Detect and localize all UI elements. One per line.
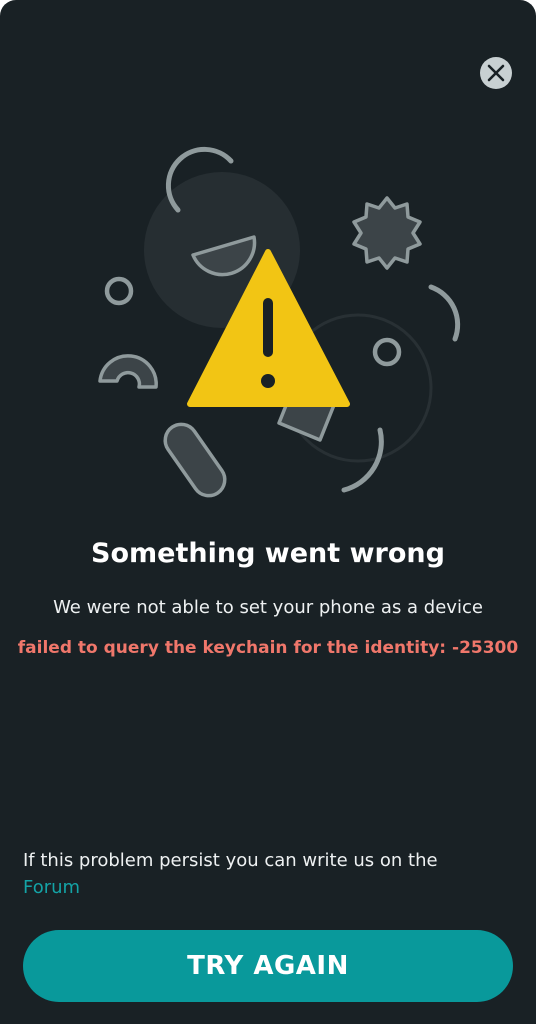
arc-shape xyxy=(428,284,461,342)
help-text-block: If this problem persist you can write us… xyxy=(23,847,513,901)
rainbow-shape xyxy=(98,354,158,389)
error-message: We were not able to set your phone as a … xyxy=(53,597,483,618)
pill-shape xyxy=(163,422,227,498)
small-ring-shape xyxy=(104,276,134,306)
forum-link[interactable]: Forum xyxy=(23,874,80,901)
error-screen: Something went wrong We were not able to… xyxy=(0,0,536,1024)
gear-shape xyxy=(352,196,422,270)
error-detail: failed to query the keychain for the ide… xyxy=(17,638,519,658)
error-title: Something went wrong xyxy=(91,538,445,569)
try-again-button[interactable]: TRY AGAIN xyxy=(23,930,513,1002)
help-text: If this problem persist you can write us… xyxy=(23,850,438,871)
error-illustration xyxy=(98,146,461,498)
small-ring-shape xyxy=(372,337,402,367)
